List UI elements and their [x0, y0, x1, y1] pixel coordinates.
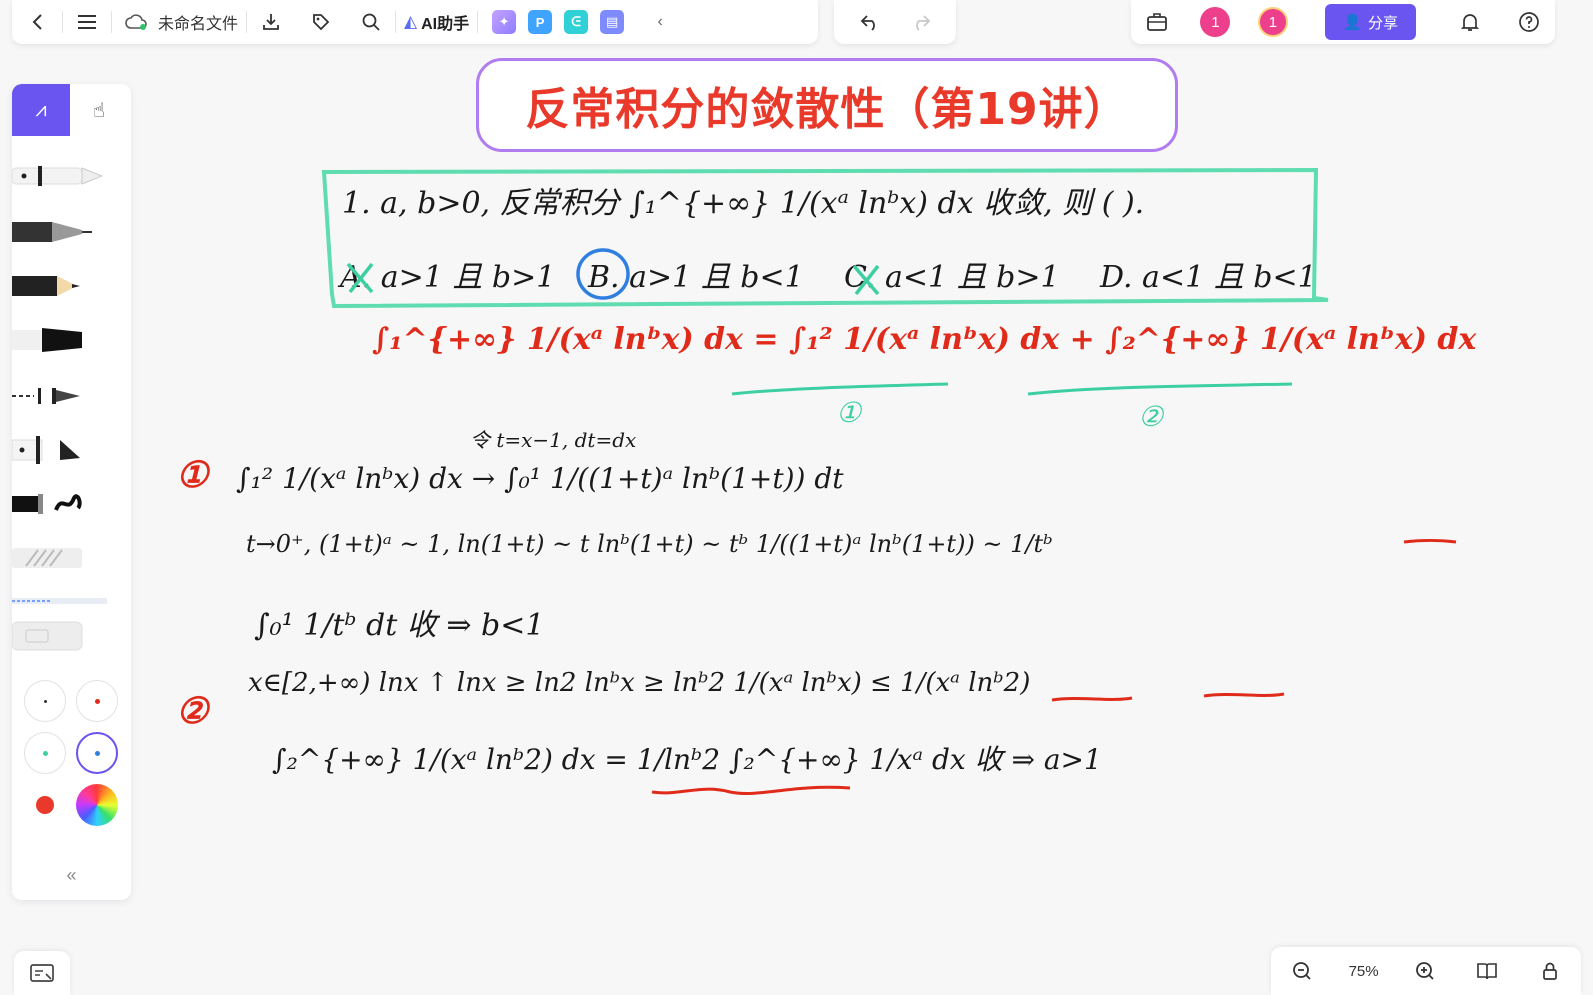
underline-integral — [651, 785, 851, 796]
book-view-icon[interactable] — [1471, 955, 1503, 987]
stroke-teal-button[interactable] — [24, 732, 66, 774]
back-icon[interactable] — [22, 6, 54, 38]
options-row: A. a>1 且 b>1 B. a>1 且 b<1 C. a<1 且 b>1 D… — [340, 252, 1320, 296]
ai-assistant-label: AI助手 — [421, 16, 470, 33]
option-a-cross-mark — [346, 262, 374, 294]
help-icon[interactable] — [1513, 6, 1545, 38]
divider — [246, 11, 248, 33]
underline-part2 — [1027, 382, 1293, 396]
part2-marker: ② — [1138, 400, 1164, 433]
part1-line3: ∫₀¹ 1/tᵇ dt 收 ⇒ b<1 — [254, 608, 545, 643]
zoom-out-icon[interactable] — [1286, 955, 1318, 987]
share-label: 分享 — [1368, 14, 1399, 32]
hand-icon: ☝ — [92, 99, 106, 122]
search-icon[interactable] — [355, 6, 387, 38]
menu-icon[interactable] — [71, 6, 103, 38]
underline-frac2 — [1203, 692, 1285, 698]
underline-t-b — [1403, 539, 1457, 544]
p-app-icon[interactable]: P — [528, 10, 553, 34]
divider — [62, 11, 63, 33]
part1-marker: ① — [836, 396, 862, 429]
avatar[interactable]: 1 — [1257, 7, 1288, 37]
ballpoint-pen-icon[interactable] — [12, 156, 112, 196]
stroke-red-button[interactable] — [76, 680, 118, 722]
lecture-title-frame[interactable]: 反常积分的敛散性（第19讲） — [476, 58, 1178, 152]
part1-label: ① — [176, 454, 209, 496]
map-icon — [30, 964, 54, 982]
color-red-button[interactable] — [24, 784, 66, 826]
stroke-thin-button[interactable] — [24, 680, 66, 722]
ai-assistant-button[interactable]: ◭ AI助手 — [404, 6, 469, 38]
lock-icon[interactable] — [1534, 955, 1566, 987]
split-equation: ∫₁^{+∞} 1/(xᵃ lnᵇx) dx = ∫₁² 1/(xᵃ lnᵇx)… — [372, 322, 1477, 357]
part1-substitution: 令 t=x−1, dt=dx — [470, 428, 637, 452]
lecture-title: 反常积分的敛散性（第19讲） — [525, 84, 1129, 135]
gesture-mode-tab[interactable]: ☝ — [70, 84, 128, 136]
undo-icon[interactable] — [854, 6, 886, 38]
pen-tool-panel: ⩘ ☝ « — [12, 84, 131, 900]
zoom-level[interactable]: 75% — [1349, 963, 1379, 980]
texture-brush-icon[interactable] — [12, 538, 112, 578]
top-toolbar-left: 未命名文件 ◭ AI助手 ✦ P ᕮ ▤ ‹ — [12, 0, 818, 44]
fountain-pen-icon[interactable] — [12, 212, 112, 252]
underline-frac1 — [1051, 696, 1133, 702]
redo-icon[interactable] — [905, 6, 937, 38]
divider — [111, 11, 112, 33]
option-b-circle-mark — [576, 248, 630, 300]
cloud-status-icon — [120, 6, 152, 38]
collapse-apps-icon[interactable]: ‹ — [644, 6, 676, 38]
stroke-blue-button[interactable] — [76, 732, 118, 774]
brush-pen-icon[interactable] — [12, 484, 112, 524]
part2-label: ② — [176, 690, 209, 732]
color-picker-button[interactable] — [76, 784, 118, 826]
dashed-pen-icon[interactable] — [12, 376, 112, 416]
image-app-icon[interactable]: ✦ — [492, 10, 517, 34]
zoom-in-icon[interactable] — [1409, 955, 1441, 987]
part2-line1: x∈[2,+∞) lnx ↑ lnx ≥ ln2 lnᵇx ≥ lnᵇ2 1/(… — [248, 668, 1031, 698]
tag-icon[interactable] — [305, 6, 337, 38]
flow-app-icon[interactable]: ᕮ — [564, 10, 589, 34]
part1-line2: t→0⁺, (1+t)ᵃ ~ 1, ln(1+t) ~ t lnᵇ(1+t) ~… — [246, 530, 1053, 558]
pencil-icon[interactable] — [12, 266, 112, 306]
highlighter-icon[interactable] — [12, 430, 112, 470]
briefcase-icon[interactable] — [1141, 6, 1173, 38]
pen-mode-tab[interactable]: ⩘ — [12, 84, 70, 136]
part1-line1: ∫₁² 1/(xᵃ lnᵇx) dx → ∫₀¹ 1/((1+t)ᵃ lnᵇ(1… — [236, 462, 844, 495]
share-button[interactable]: 👤 分享 — [1325, 4, 1417, 40]
collapse-panel-icon[interactable]: « — [12, 865, 131, 886]
chat-app-icon[interactable]: ▤ — [600, 10, 625, 34]
history-toolbar — [834, 0, 956, 44]
option-c-cross-mark — [852, 264, 880, 296]
ai-sparkle-icon: ◭ — [404, 12, 418, 31]
file-name[interactable]: 未命名文件 — [158, 10, 238, 34]
pen-nib-icon: ⩘ — [35, 98, 47, 121]
tool-tabs: ⩘ ☝ — [12, 84, 131, 136]
option-d[interactable]: D. a<1 且 b<1 — [1100, 252, 1317, 296]
download-icon[interactable] — [255, 6, 287, 38]
question-text: 1. a, b>0, 反常积分 ∫₁^{+∞} 1/(xᵃ lnᵇx) dx 收… — [342, 186, 1145, 221]
divider — [395, 11, 397, 33]
bell-icon[interactable] — [1454, 6, 1486, 38]
marker-icon[interactable] — [12, 320, 112, 360]
minimap-button[interactable] — [14, 951, 70, 995]
zoom-bar: 75% — [1271, 947, 1581, 995]
notification-badge[interactable]: 1 — [1200, 7, 1231, 37]
divider — [477, 11, 479, 33]
part2-line2: ∫₂^{+∞} 1/(xᵃ lnᵇ2) dx = 1/lnᵇ2 ∫₂^{+∞} … — [272, 743, 1102, 776]
user-add-icon: 👤 — [1343, 14, 1363, 31]
top-toolbar-right: 1 1 👤 分享 — [1131, 0, 1555, 44]
eraser-icon[interactable] — [12, 616, 112, 656]
